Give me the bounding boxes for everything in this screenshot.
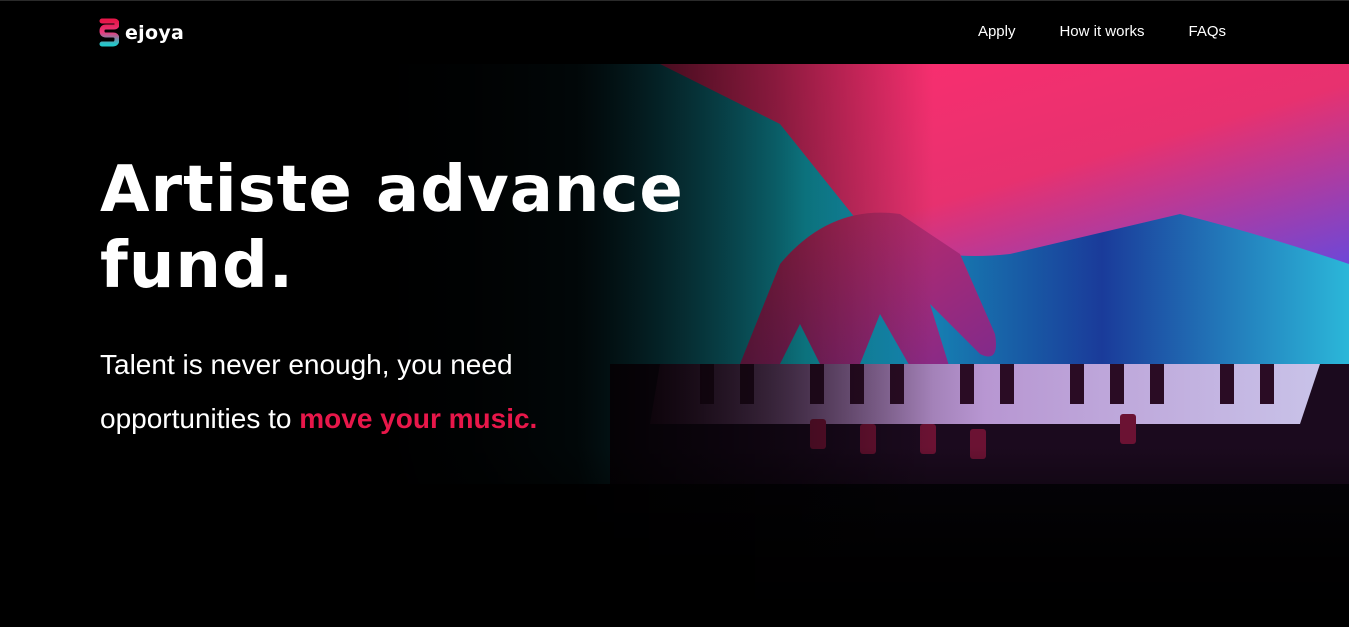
hero-subtitle: Talent is never enough, you need opportu…	[100, 338, 620, 446]
hero-content: Artiste advance fund. Talent is never en…	[100, 152, 740, 474]
nav-apply[interactable]: Apply	[978, 23, 1016, 40]
brand-name: ejoya	[125, 22, 185, 44]
top-navigation-bar: ejoya Apply How it works FAQs	[0, 0, 1349, 64]
main-nav: Apply How it works FAQs	[978, 23, 1226, 40]
nav-how-it-works[interactable]: How it works	[1059, 23, 1144, 40]
nav-faqs[interactable]: FAQs	[1188, 23, 1226, 40]
brand-logo[interactable]: ejoya	[99, 18, 184, 48]
hero-headline: Artiste advance fund.	[100, 153, 684, 303]
ejoya-logo-icon	[99, 18, 119, 47]
hero-subtitle-highlight: move your music.	[299, 403, 538, 434]
